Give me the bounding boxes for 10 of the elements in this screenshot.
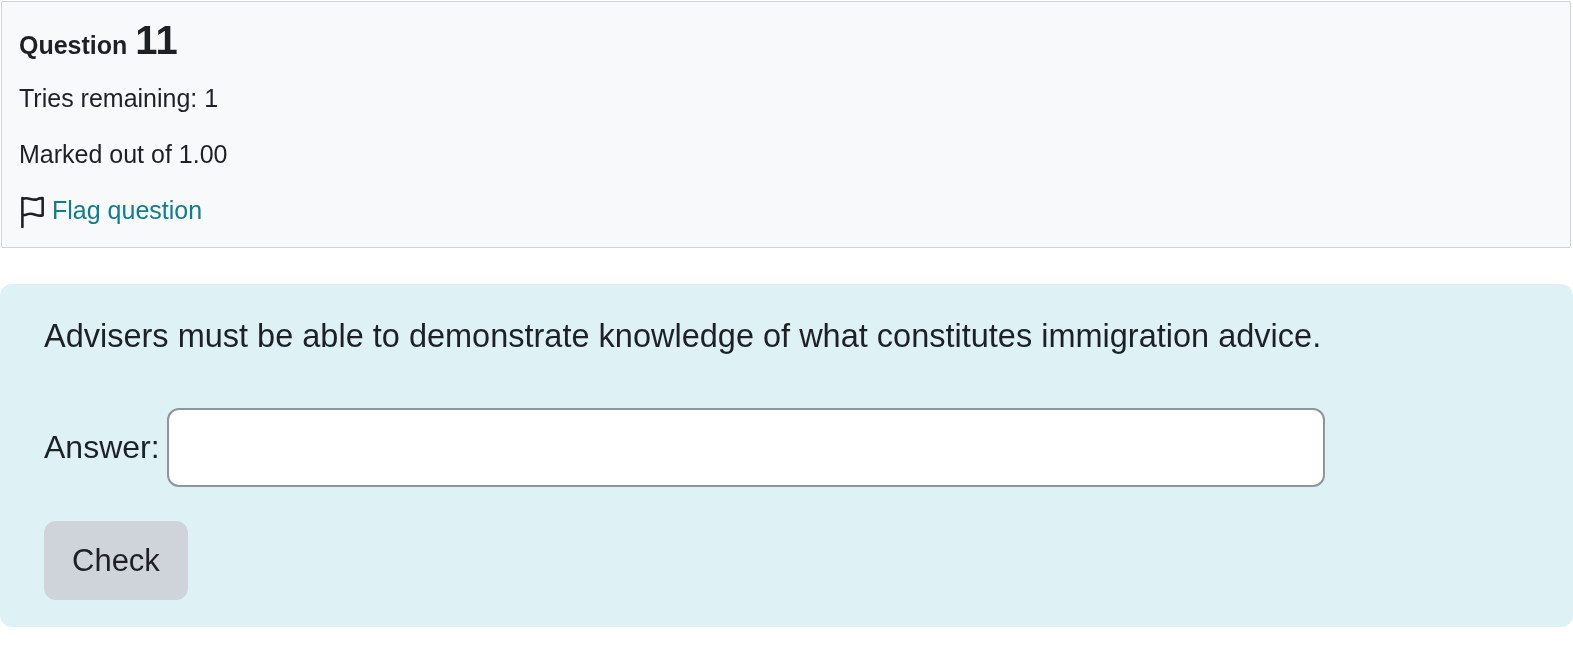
answer-label: Answer: [44,429,160,466]
question-label: Question [19,30,128,61]
flag-icon[interactable] [19,196,45,228]
question-number: 11 [135,17,178,64]
answer-field[interactable] [166,408,1325,487]
flag-question-link[interactable]: Flag question [52,193,203,227]
marked-out-of-text: Marked out of 1.00 [19,139,228,170]
tries-remaining-text: Tries remaining: 1 [19,83,219,114]
check-button[interactable]: Check [44,521,188,600]
question-text: Advisers must be able to demonstrate knowledge of what constitutes immigration advice. [44,317,1323,356]
